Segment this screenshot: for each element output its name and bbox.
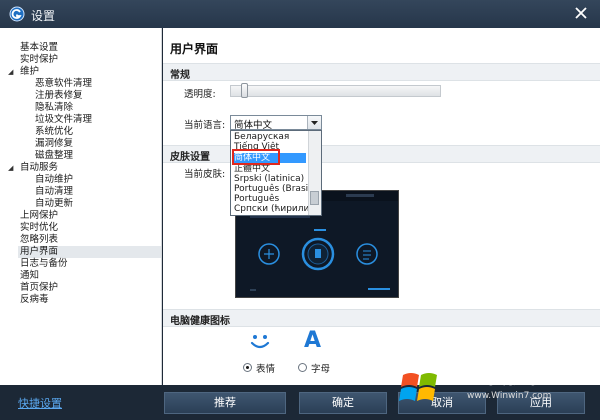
sidebar-item-junk-clean[interactable]: 垃圾文件清理 bbox=[35, 114, 92, 126]
section-general-title: 常规 bbox=[170, 70, 190, 81]
sidebar-item-system-optimize[interactable]: 系统优化 bbox=[35, 126, 73, 138]
language-option[interactable]: Português bbox=[234, 194, 279, 204]
letter-radio-label[interactable]: 字母 bbox=[311, 361, 330, 375]
section-skin-title: 皮肤设置 bbox=[170, 152, 210, 163]
sidebar-item-antivirus[interactable]: 反病毒 bbox=[20, 294, 49, 306]
language-option[interactable]: 正體中文 bbox=[234, 164, 270, 174]
sidebar-item-log-backup[interactable]: 日志与备份 bbox=[20, 258, 68, 270]
sidebar-item-auto-service[interactable]: 自动服务 bbox=[20, 162, 58, 174]
section-health-icon-header: 电脑健康图标 bbox=[163, 309, 600, 327]
language-option[interactable]: Беларуская bbox=[234, 132, 289, 142]
ok-button[interactable]: 确定 bbox=[299, 392, 387, 414]
sidebar-item-privacy-clean[interactable]: 隐私清除 bbox=[35, 102, 73, 114]
language-select-value: 简体中文 bbox=[234, 120, 273, 131]
sidebar-item-auto-maintain[interactable]: 自动维护 bbox=[35, 174, 73, 186]
sidebar-item-ignore-list[interactable]: 忽略列表 bbox=[20, 234, 58, 246]
language-option[interactable]: Српски (ћирилиц bbox=[234, 204, 316, 214]
dropdown-scrollbar-thumb[interactable] bbox=[310, 191, 319, 205]
sidebar-item-vuln-fix[interactable]: 漏洞修复 bbox=[35, 138, 73, 150]
sidebar-item-homepage-protection[interactable]: 首页保护 bbox=[20, 282, 58, 294]
sidebar-item-disk-defrag[interactable]: 磁盘整理 bbox=[35, 150, 73, 162]
sidebar-item-registry-fix[interactable]: 注册表修复 bbox=[35, 90, 83, 102]
title-bar: 设置 bbox=[0, 0, 600, 28]
letter-radio[interactable] bbox=[298, 363, 307, 372]
language-label: 当前语言: bbox=[184, 120, 226, 131]
sidebar-item-maintenance[interactable]: 维护 bbox=[20, 66, 39, 78]
smiley-face-icon bbox=[250, 335, 270, 349]
window-title: 设置 bbox=[31, 9, 56, 23]
watermark-url: www.Winwin7.com bbox=[467, 391, 552, 401]
sidebar-item-basic-settings[interactable]: 基本设置 bbox=[20, 42, 58, 54]
current-skin-label: 当前皮肤: bbox=[184, 169, 226, 180]
settings-panel: 用户界面 常规 透明度: 当前语言: 简体中文 皮肤设置 当前皮肤: Белар… bbox=[163, 28, 600, 385]
sidebar-item-malware-cleanup[interactable]: 恶意软件清理 bbox=[35, 78, 92, 90]
sidebar-item-web-protection[interactable]: 上网保护 bbox=[20, 210, 58, 222]
sidebar-item-auto-clean[interactable]: 自动清理 bbox=[35, 186, 73, 198]
language-option[interactable]: Srpski (latinica) bbox=[234, 174, 304, 184]
letter-a-icon: A bbox=[304, 328, 322, 353]
sidebar-item-auto-update[interactable]: 自动更新 bbox=[35, 198, 73, 210]
transparency-slider-track[interactable] bbox=[230, 85, 441, 97]
sidebar-item-user-interface[interactable]: 用户界面 bbox=[18, 246, 161, 258]
language-option[interactable]: Português (Brasil) bbox=[234, 184, 314, 194]
emoji-radio[interactable] bbox=[243, 363, 252, 372]
chevron-down-icon[interactable] bbox=[307, 116, 321, 129]
watermark: Win7系统之家 www.Winwin7.com bbox=[397, 357, 597, 417]
section-skin-header: 皮肤设置 bbox=[163, 145, 600, 163]
collapse-triangle-icon[interactable]: ◢ bbox=[8, 162, 13, 174]
sidebar-item-realtime-protection[interactable]: 实时保护 bbox=[20, 54, 58, 66]
language-dropdown-list[interactable]: Беларуская Tiếng Việt 简体中文 正體中文 Srpski (… bbox=[230, 130, 322, 216]
page-title: 用户界面 bbox=[170, 42, 219, 56]
transparency-slider-thumb[interactable] bbox=[241, 83, 248, 98]
emoji-radio-label[interactable]: 表情 bbox=[256, 361, 275, 375]
close-icon[interactable] bbox=[572, 4, 590, 22]
transparency-label: 透明度: bbox=[184, 89, 216, 100]
language-select[interactable]: 简体中文 bbox=[230, 115, 322, 131]
sidebar-nav: 基本设置 实时保护 ◢ 维护 恶意软件清理 注册表修复 隐私清除 垃圾文件清理 … bbox=[0, 28, 162, 385]
section-health-icon-title: 电脑健康图标 bbox=[170, 316, 230, 327]
app-logo-icon bbox=[9, 6, 25, 22]
sidebar-item-realtime-optimize[interactable]: 实时优化 bbox=[20, 222, 58, 234]
recommend-button[interactable]: 推荐 bbox=[164, 392, 286, 414]
collapse-triangle-icon[interactable]: ◢ bbox=[8, 66, 13, 78]
dropdown-scrollbar[interactable] bbox=[308, 131, 321, 215]
watermark-brand: Win7系统之家 bbox=[445, 372, 541, 388]
section-general-header: 常规 bbox=[163, 63, 600, 81]
windows-logo-icon bbox=[399, 373, 437, 401]
quick-settings-link[interactable]: 快捷设置 bbox=[18, 395, 62, 411]
sidebar-item-notification[interactable]: 通知 bbox=[20, 270, 39, 282]
highlight-annotation-box bbox=[232, 149, 280, 165]
